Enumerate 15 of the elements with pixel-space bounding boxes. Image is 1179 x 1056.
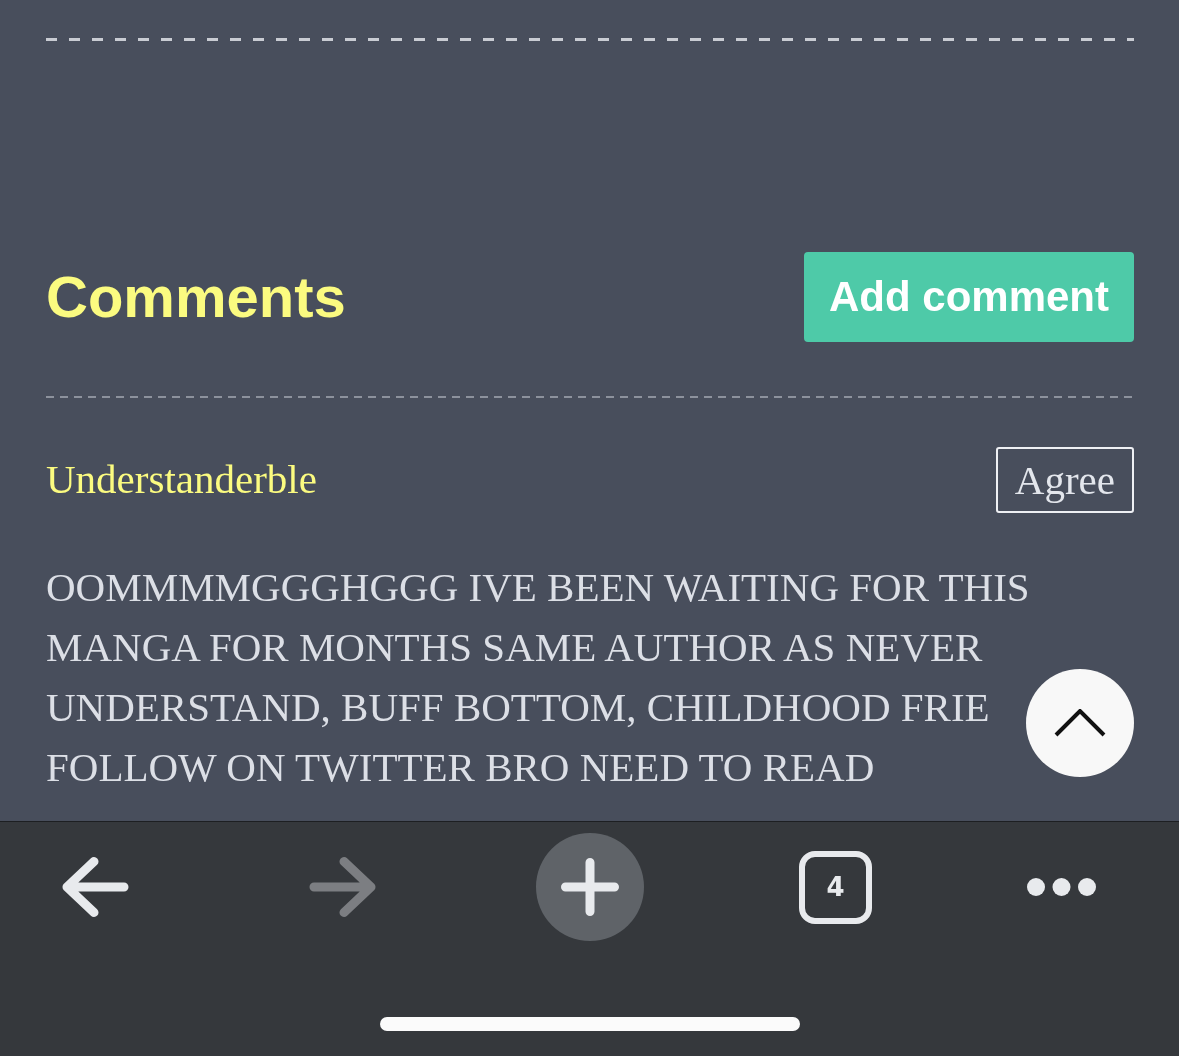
agree-button[interactable]: Agree [995,447,1134,513]
comment-text-line: FOLLOW ON TWITTER BRO NEED TO READ [46,743,875,792]
back-arrow-icon [62,857,129,917]
forward-arrow-icon [309,857,376,917]
more-button[interactable] [1027,878,1096,896]
back-button[interactable] [62,857,129,917]
comment-text-line: UNDERSTAND, BUFF BOTTOM, CHILDHOOD FRIE [46,683,990,732]
comments-heading: Comments [46,268,346,326]
plus-icon [561,858,619,916]
comment-text-line: MANGA FOR MONTHS SAME AUTHOR AS NEVER [46,623,983,672]
comment-author: Understanderble [46,455,317,505]
more-dots-icon [1027,878,1096,896]
chevron-up-icon [1054,709,1106,737]
tabs-button[interactable]: 4 [799,850,872,924]
comment-text-line: OOMMMMGGGHGGG IVE BEEN WAITING FOR THIS [46,563,1030,612]
